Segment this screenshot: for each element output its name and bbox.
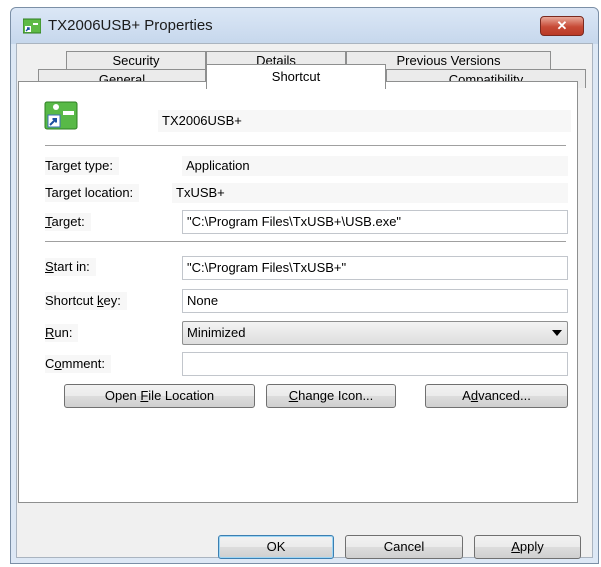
advanced-button[interactable]: Advanced... xyxy=(425,384,568,408)
target-label: Target: xyxy=(45,213,91,231)
shortcut-key-input[interactable]: None xyxy=(182,289,568,313)
run-selected-value: Minimized xyxy=(187,325,246,340)
comment-input[interactable] xyxy=(182,352,568,376)
target-input[interactable]: "C:\Program Files\TxUSB+\USB.exe" xyxy=(182,210,568,234)
title-bar[interactable]: TX2006USB+ Properties ✕ xyxy=(11,8,598,44)
apply-button[interactable]: Apply xyxy=(474,535,581,559)
shortcut-key-label-after: ey: xyxy=(103,293,121,308)
window-title: TX2006USB+ Properties xyxy=(48,17,213,34)
advanced-before: A xyxy=(462,388,471,403)
advanced-after: vanced... xyxy=(478,388,531,403)
apply-mnemonic: A xyxy=(511,539,520,554)
cancel-button[interactable]: Cancel xyxy=(345,535,463,559)
start-in-label-mnemonic: S xyxy=(45,259,54,274)
comment-label: Comment: xyxy=(45,355,111,373)
separator-middle xyxy=(45,241,566,242)
target-location-label: Target location: xyxy=(45,184,140,202)
apply-rest: pply xyxy=(519,539,544,554)
shortcut-large-icon xyxy=(44,101,78,130)
change-icon-button[interactable]: Change Icon... xyxy=(266,384,396,408)
run-dropdown[interactable]: Minimized xyxy=(182,321,568,345)
change-icon-mnemonic: C xyxy=(288,388,299,403)
open-file-location-button[interactable]: Open File Location xyxy=(64,384,255,408)
tab-security[interactable]: Security xyxy=(66,51,206,69)
ok-button[interactable]: OK xyxy=(218,535,334,559)
change-icon-after: hange Icon... xyxy=(298,388,374,403)
start-in-label: Start in: xyxy=(45,258,96,276)
start-in-input[interactable]: "C:\Program Files\TxUSB+" xyxy=(182,256,568,280)
close-icon: ✕ xyxy=(556,18,568,33)
run-label-mnemonic: R xyxy=(45,325,55,340)
target-label-rest: arget: xyxy=(51,214,85,229)
shortcut-name-field[interactable]: TX2006USB+ xyxy=(158,110,571,132)
run-label-rest: un: xyxy=(54,325,73,340)
start-in-label-rest: tart in: xyxy=(53,259,90,274)
open-file-location-before: Open xyxy=(104,388,141,403)
comment-label-after: mment: xyxy=(61,356,105,371)
shortcut-key-label-before: Shortcut xyxy=(45,293,98,308)
open-file-location-after: ile Location xyxy=(148,388,215,403)
run-label: Run: xyxy=(45,324,79,342)
separator-top xyxy=(45,145,566,146)
advanced-mnemonic: d xyxy=(470,388,479,403)
comment-label-mnemonic: o xyxy=(54,356,62,371)
tab-shortcut[interactable]: Shortcut xyxy=(206,64,386,89)
chevron-down-icon xyxy=(552,330,562,336)
target-location-value: TxUSB+ xyxy=(172,183,568,203)
target-type-value: Application xyxy=(182,156,568,176)
shortcut-app-icon xyxy=(23,18,41,34)
comment-label-before: C xyxy=(45,356,55,371)
close-button[interactable]: ✕ xyxy=(540,16,584,36)
target-type-label: Target type: xyxy=(45,157,119,175)
shortcut-key-label: Shortcut key: xyxy=(45,292,127,310)
